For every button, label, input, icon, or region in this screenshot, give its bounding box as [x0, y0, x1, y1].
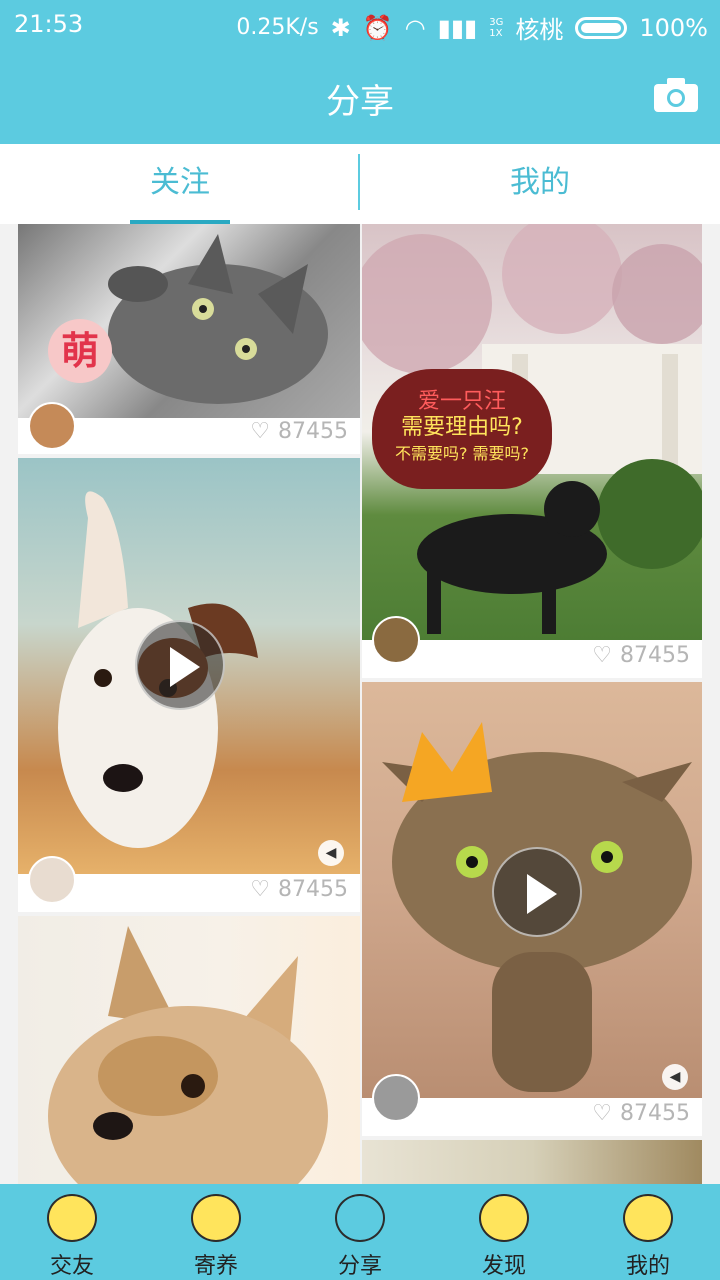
title-bar: 分享	[0, 50, 720, 144]
share-icon	[335, 1194, 385, 1242]
tab-divider	[358, 154, 360, 210]
avatar[interactable]	[28, 856, 76, 904]
post-video-dog[interactable]: ◀	[18, 458, 360, 874]
battery-icon	[575, 16, 628, 39]
nav-fostering[interactable]: 寄养	[144, 1184, 288, 1280]
page-title: 分享	[326, 82, 394, 122]
camera-icon[interactable]	[652, 76, 700, 114]
feed-card[interactable]	[362, 1140, 702, 1184]
nav-mine[interactable]: 我的	[576, 1184, 720, 1280]
tab-following[interactable]: 关注	[0, 144, 360, 224]
like-count[interactable]: ♡ 87455	[250, 419, 348, 444]
play-icon[interactable]	[492, 847, 582, 937]
post-photo-woman-cat[interactable]: 萌	[18, 224, 360, 418]
status-time: 21:53	[14, 10, 84, 38]
profile-icon	[623, 1194, 673, 1242]
carrier-name: 核桃	[515, 16, 564, 44]
heart-icon: ♡	[250, 877, 270, 902]
terrier-illustration	[48, 926, 328, 1184]
network-type: 3G 1X	[489, 16, 504, 39]
fostering-icon	[191, 1194, 241, 1242]
post-video-cat[interactable]: ◀	[362, 682, 702, 1098]
nav-share[interactable]: 分享	[288, 1184, 432, 1280]
heart-icon: ♡	[250, 419, 270, 444]
signal-icon: ▮▮▮	[437, 13, 478, 42]
bottom-nav: 交友 寄养 分享 发现 我的	[0, 1184, 720, 1280]
like-count[interactable]: ♡ 87455	[592, 643, 690, 668]
speech-sticker: 爱一只汪 需要理由吗? 不需要吗? 需要吗?	[372, 369, 552, 489]
tab-bar: 关注 我的	[0, 144, 720, 224]
wifi-icon: ◠	[404, 13, 426, 42]
post-photo-poodle[interactable]: 爱一只汪 需要理由吗? 不需要吗? 需要吗?	[362, 224, 702, 640]
post-photo-terrier[interactable]	[18, 916, 360, 1184]
post-photo-partial[interactable]	[362, 1140, 702, 1184]
tab-mine[interactable]: 我的	[360, 144, 720, 224]
feed-card[interactable]: ◀ ♡ 87455	[362, 682, 702, 1136]
volume-icon[interactable]: ◀	[662, 1064, 688, 1090]
avatar[interactable]	[372, 1074, 420, 1122]
volume-icon[interactable]: ◀	[318, 840, 344, 866]
battery-level: 100%	[639, 13, 708, 42]
play-icon[interactable]	[135, 620, 225, 710]
like-count[interactable]: ♡ 87455	[592, 1101, 690, 1126]
alarm-icon: ⏰	[362, 13, 393, 42]
heart-icon: ♡	[592, 1101, 612, 1126]
sticker-meng: 萌	[48, 319, 112, 383]
status-right: 0.25K/s ✱ ⏰ ◠ ▮▮▮ 3G 1X 核桃 100%	[236, 10, 708, 45]
nav-discover[interactable]: 发现	[432, 1184, 576, 1280]
feed-card[interactable]: ◀ ♡ 87455	[18, 458, 360, 912]
status-bar: 21:53 0.25K/s ✱ ⏰ ◠ ▮▮▮ 3G 1X 核桃 100%	[0, 0, 720, 50]
feed-card[interactable]	[18, 916, 360, 1184]
bluetooth-icon: ✱	[330, 13, 351, 42]
network-speed: 0.25K/s	[236, 15, 319, 40]
nav-friends[interactable]: 交友	[0, 1184, 144, 1280]
feed-card[interactable]: 爱一只汪 需要理由吗? 不需要吗? 需要吗? ♡ 87455	[362, 224, 702, 678]
avatar[interactable]	[372, 616, 420, 664]
like-count[interactable]: ♡ 87455	[250, 877, 348, 902]
discover-icon	[479, 1194, 529, 1242]
heart-icon: ♡	[592, 643, 612, 668]
share-feed: 萌 ♡ 87455 ◀ ♡ 87455 爱一只汪 需要理由吗? 不需要吗? 需要…	[0, 224, 720, 1184]
friends-icon	[47, 1194, 97, 1242]
avatar[interactable]	[28, 402, 76, 450]
feed-card[interactable]: 萌 ♡ 87455	[18, 224, 360, 454]
